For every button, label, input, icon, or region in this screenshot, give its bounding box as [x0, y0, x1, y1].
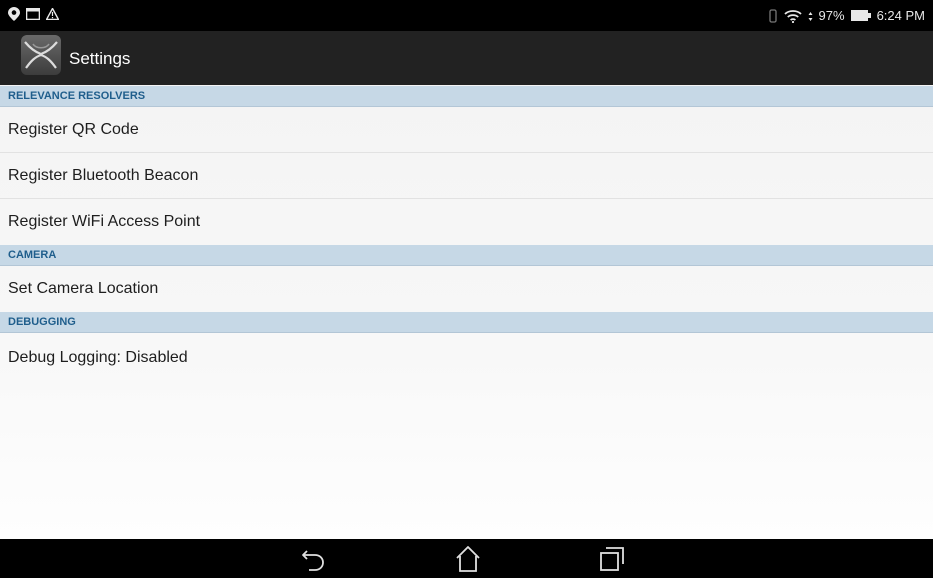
action-bar: Settings [0, 31, 933, 85]
location-pin-icon [8, 7, 20, 21]
signal-activity-icon [808, 9, 813, 23]
action-bar-title: Settings [69, 49, 131, 68]
android-screen: 97% 6:24 PM Settings RELEVANCE RESOLVERS… [0, 0, 933, 578]
section-header-relevance-resolvers: RELEVANCE RESOLVERS [0, 86, 933, 107]
clock: 6:24 PM [876, 8, 925, 23]
set-camera-location-item[interactable]: Set Camera Location [0, 266, 933, 312]
back-icon[interactable] [298, 545, 328, 573]
register-qr-code-item[interactable]: Register QR Code [0, 107, 933, 153]
status-bar: 97% 6:24 PM [0, 0, 933, 31]
register-wifi-access-point-item[interactable]: Register WiFi Access Point [0, 199, 933, 245]
notification-icons [8, 7, 59, 21]
register-bluetooth-beacon-item[interactable]: Register Bluetooth Beacon [0, 153, 933, 199]
settings-list: RELEVANCE RESOLVERS Register QR Code Reg… [0, 86, 933, 383]
warning-icon [46, 8, 59, 20]
battery-percent: 97% [818, 8, 845, 23]
recents-icon[interactable] [597, 545, 627, 573]
section-header-debugging: DEBUGGING [0, 312, 933, 333]
system-status: 97% 6:24 PM [768, 7, 925, 24]
image-icon [26, 8, 40, 20]
section-header-camera: CAMERA [0, 245, 933, 266]
home-icon[interactable] [453, 545, 483, 573]
app-logo-icon[interactable] [20, 34, 62, 76]
debug-logging-item[interactable]: Debug Logging: Disabled [0, 333, 933, 383]
vibrate-icon [768, 8, 778, 23]
wifi-icon [783, 9, 802, 23]
navigation-bar [0, 539, 933, 578]
battery-icon [850, 10, 871, 21]
